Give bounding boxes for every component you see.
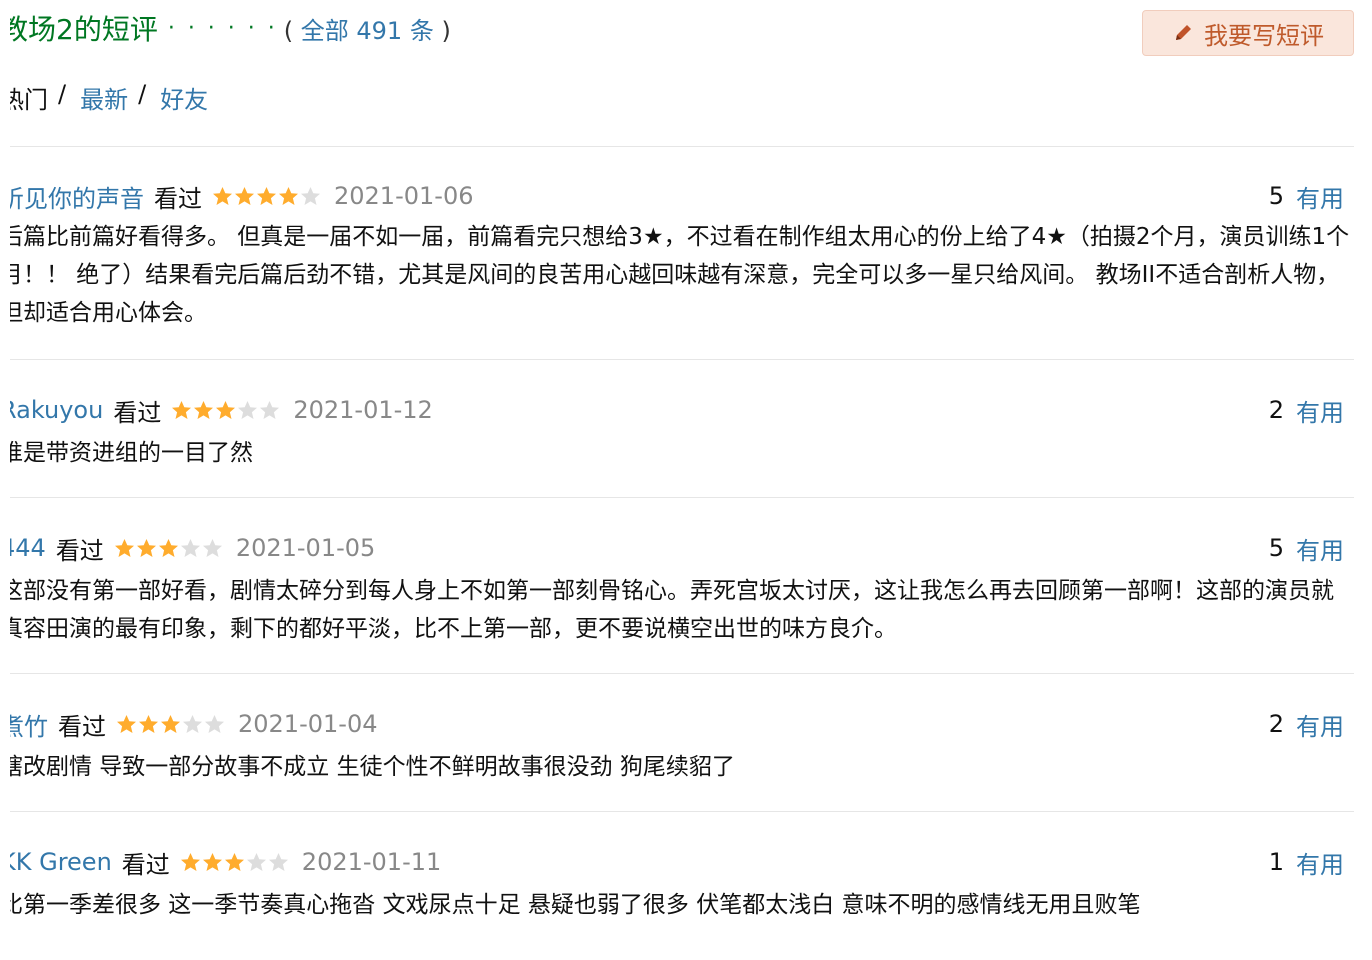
vote-count: 1 [1268,848,1284,876]
comment-date: 2021-01-05 [235,534,376,562]
comment-meta: 煮竹 看过 2021-01-04 [10,707,377,741]
rating-stars [116,714,226,735]
comment-votes: 2 有用 [1269,707,1344,741]
comment-text: 瞎改剧情 导致一部分故事不成立 生徒个性不鲜明故事很没劲 狗尾续貂了 [10,754,735,780]
star-empty-icon [183,714,202,733]
rating-stars [180,852,290,873]
title-dots: · · · · · · [167,15,278,41]
vote-count: 5 [1268,534,1284,562]
rating-stars [212,186,322,207]
rating-stars [114,538,224,559]
write-comment-label: 我要写短评 [1204,21,1324,50]
comment-divider [10,673,1354,674]
star-filled-icon [172,400,192,419]
all-prefix: ( [283,16,301,45]
comment-meta: KK Green 看过 2021-01-11 [10,845,441,879]
all-suffix: ) [433,16,451,45]
section-title: 教场2的短评 [10,13,158,46]
star-filled-icon [136,538,156,557]
useful-button[interactable]: 有用 [1296,531,1344,566]
tab-latest[interactable]: 最新 [80,80,128,115]
page: 教场2的短评 · · · · · · ( 全部 491 条 ) 热门 / 最新 … [10,0,1362,960]
star-filled-icon [213,186,232,205]
comment-votes: 5 有用 [1269,179,1344,213]
useful-button[interactable]: 有用 [1296,179,1344,214]
star-filled-icon [139,714,158,733]
comment-status: 看过 [121,850,170,879]
comment-meta: 444 看过 2021-01-05 [10,531,375,565]
all-comments: ( 全部 491 条 ) [284,11,451,46]
comment-user-link[interactable]: 听见你的声音 [10,179,144,214]
comment-status: 看过 [154,184,202,213]
comment-votes: 2 有用 [1269,393,1344,427]
star-filled-icon [180,852,200,871]
useful-button[interactable]: 有用 [1296,845,1344,880]
star-filled-icon [158,538,178,557]
star-filled-icon [216,400,236,419]
tab-separator: / [138,80,147,108]
star-filled-icon [117,714,136,733]
all-comments-link[interactable]: 全部 491 条 [301,17,434,45]
comment-status: 看过 [55,536,104,565]
star-empty-icon [268,852,288,871]
star-filled-icon [224,852,244,871]
star-filled-icon [257,186,276,205]
comment-text: 比第一季差很多 这一季节奏真心拖沓 文戏尿点十足 悬疑也弱了很多 伏笔都太浅白 … [10,892,1141,918]
comment-date: 2021-01-12 [293,396,433,424]
tab-hot[interactable]: 热门 [10,80,48,115]
star-empty-icon [260,400,280,419]
comments-header: 教场2的短评 · · · · · · ( 全部 491 条 ) [10,6,451,50]
comment-text: 这部没有第一部好看，剧情太碎分到每人身上不如第一部刻骨铭心。弄死宫坂太讨厌，这让… [10,578,1334,642]
vote-count: 2 [1268,396,1284,424]
star-filled-icon [202,852,222,871]
comment-date: 2021-01-04 [238,710,378,738]
comment-divider [10,497,1354,498]
vote-count: 5 [1268,182,1284,210]
comment-votes: 1 有用 [1269,845,1344,879]
comment-text: 后篇比前篇好看得多。 但真是一届不如一届，前篇看完只想给3★，不过看在制作组太用… [10,224,1350,326]
star-empty-icon [301,186,320,205]
rating-stars [171,400,281,421]
comment-status: 看过 [113,398,162,427]
write-comment-button[interactable]: 我要写短评 [1142,10,1354,56]
comment-text: 谁是带资进组的一目了然 [10,440,253,466]
vote-count: 2 [1268,710,1284,738]
star-empty-icon [246,852,266,871]
comment-date: 2021-01-11 [301,848,442,876]
comment-user-link[interactable]: 煮竹 [10,707,48,742]
comment-meta: Rakuyou 看过 2021-01-12 [10,393,433,427]
star-filled-icon [235,186,254,205]
star-filled-icon [114,538,134,557]
comment-user-link[interactable]: KK Green [10,848,112,876]
star-empty-icon [238,400,258,419]
star-filled-icon [279,186,298,205]
comment-date: 2021-01-06 [334,182,474,210]
comment-divider [10,359,1354,360]
star-empty-icon [205,714,224,733]
star-empty-icon [202,538,222,557]
comment-user-link[interactable]: Rakuyou [10,396,103,424]
star-filled-icon [161,714,180,733]
star-empty-icon [180,538,200,557]
comment-votes: 5 有用 [1269,531,1344,565]
comment-divider [10,811,1354,812]
useful-button[interactable]: 有用 [1296,707,1344,742]
comment-divider [10,146,1354,147]
comment-status: 看过 [58,712,106,741]
tab-separator: / [58,80,67,108]
star-filled-icon [194,400,214,419]
comment-user-link[interactable]: 444 [10,534,46,562]
useful-button[interactable]: 有用 [1296,393,1344,428]
comment-meta: 听见你的声音 看过 2021-01-06 [10,179,473,213]
tab-friends[interactable]: 好友 [160,80,208,115]
pencil-icon [1176,25,1191,40]
sort-tabs: 热门 / 最新 / 好友 [10,80,208,115]
